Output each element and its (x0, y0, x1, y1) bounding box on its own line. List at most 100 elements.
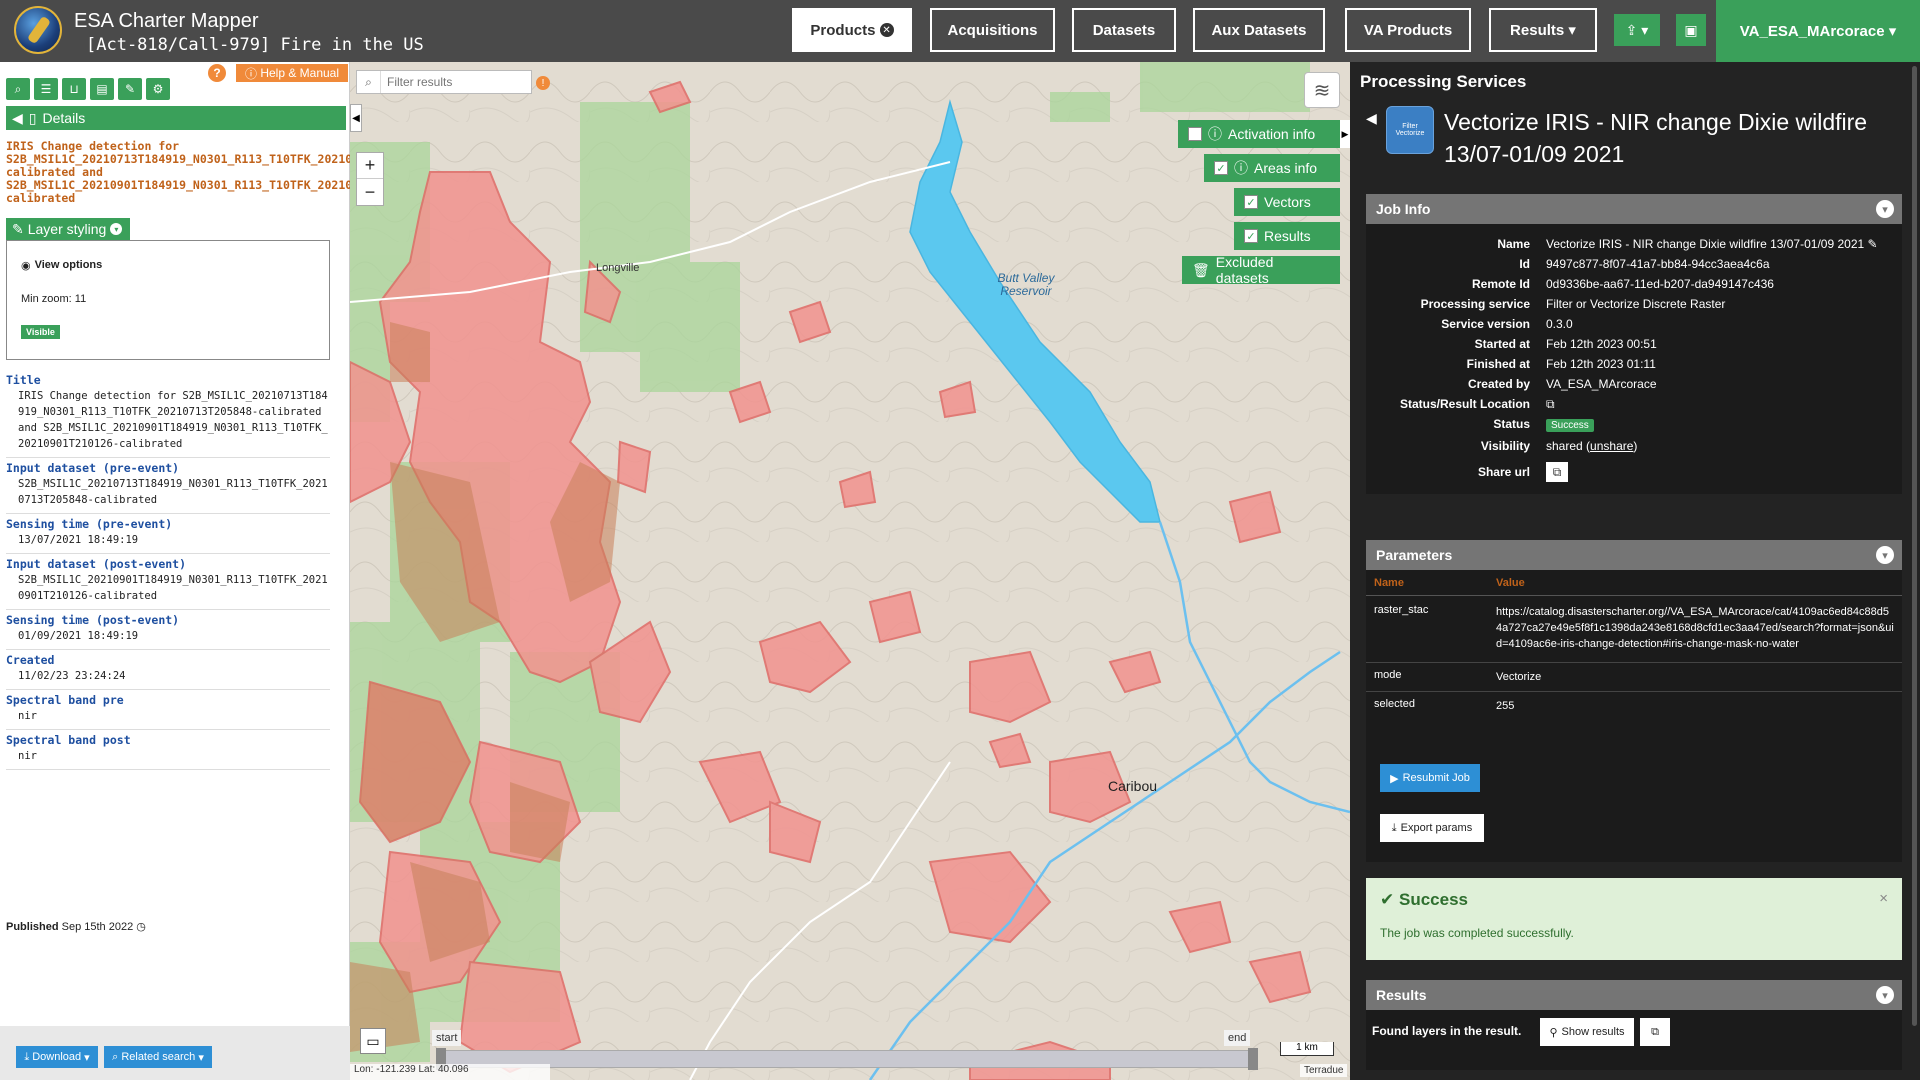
download-button[interactable]: ⤓ Download ▾ (16, 1046, 98, 1068)
collapse-right-button[interactable]: ▶ (1340, 120, 1350, 148)
job-info-row: Service version 0.3.0 (1366, 314, 1902, 334)
view-options: ◉ View options (21, 259, 102, 272)
external-link-icon[interactable]: ⧉ (1546, 397, 1555, 411)
resubmit-label: Resubmit Job (1402, 772, 1470, 784)
search-icon[interactable]: ⌕ (357, 71, 381, 93)
briefcase-button[interactable]: ▣ (1676, 14, 1706, 46)
job-info-value: 9497c877-8f07-41a7-bb84-94cc3aea4c6a (1546, 257, 1770, 271)
show-results-button[interactable]: ⚲ Show results (1540, 1018, 1634, 1046)
zoom-out-button[interactable]: − (357, 179, 383, 205)
vectors-toggle[interactable]: ✓ Vectors (1234, 188, 1340, 216)
check-circle-icon: ✔ (1380, 890, 1395, 909)
map-marker-icon: ⚲ (1549, 1026, 1558, 1039)
vectors-checkbox[interactable]: ✓ (1244, 195, 1258, 209)
nav-acquisitions[interactable]: Acquisitions (930, 8, 1055, 52)
job-info-value: 0.3.0 (1546, 317, 1573, 331)
timeline-toggle-icon[interactable]: ▭ (360, 1028, 386, 1054)
close-circle-icon[interactable]: ✕ (879, 23, 894, 37)
search-icon: ⌕ (112, 1050, 119, 1063)
status-label: Status (1493, 417, 1530, 431)
timeline-track[interactable] (442, 1050, 1252, 1068)
pencil-icon[interactable]: ✎ (118, 78, 142, 100)
nav-products[interactable]: Products ✕ (792, 8, 912, 52)
excluded-datasets-button[interactable]: 🗑 Excluded datasets (1182, 254, 1340, 286)
results-header[interactable]: Results ▾ (1366, 980, 1902, 1010)
export-params-button[interactable]: ⤓ Export params (1380, 814, 1484, 842)
search-icon[interactable]: ⌕ (6, 78, 30, 100)
nav-va-products[interactable]: VA Products (1345, 8, 1471, 52)
job-info-row: Id 9497c877-8f07-41a7-bb84-94cc3aea4c6a (1366, 254, 1902, 274)
areas-info-label: Areas info (1254, 160, 1318, 176)
product-title: IRIS Change detection for S2B_MSIL1C_202… (6, 139, 429, 205)
upload-button[interactable]: ⇪ ▾ (1614, 14, 1660, 46)
job-info-body: Name Vectorize IRIS - NIR change Dixie wi… (1366, 224, 1902, 494)
chevron-down-icon[interactable]: ▾ (1876, 546, 1894, 564)
filter-results-input[interactable] (381, 75, 521, 89)
collapse-left-button[interactable]: ◀ (350, 104, 362, 132)
help-question-icon[interactable]: ? (208, 64, 226, 82)
resubmit-job-button[interactable]: ▶ Resubmit Job (1380, 764, 1480, 792)
caret-left-icon[interactable]: ◀ (1366, 110, 1377, 127)
attribution: Terradue (1300, 1064, 1348, 1077)
close-icon[interactable]: × (1879, 890, 1888, 907)
param-value: 255 (1496, 700, 1515, 712)
areas-info-toggle[interactable]: ✓ ⓘ Areas info (1204, 154, 1340, 182)
map-view[interactable]: Longville Butt Valley Reservoir Caribou … (350, 62, 1350, 1080)
chevron-down-icon[interactable]: ▾ (1876, 200, 1894, 218)
layers-icon[interactable]: ≋ (1304, 72, 1340, 108)
results-toggle[interactable]: ✓ Results (1234, 222, 1340, 250)
section-title: Processing Services (1360, 72, 1527, 91)
caret-left-icon[interactable]: ◀ (12, 110, 23, 127)
activation-info-checkbox[interactable] (1188, 127, 1202, 141)
export-label: Export params (1400, 822, 1473, 834)
related-search-button[interactable]: ⌕ Related search ▾ (104, 1046, 212, 1068)
job-info-row: Name Vectorize IRIS - NIR change Dixie wi… (1366, 234, 1902, 254)
unshare-link[interactable]: unshare (1590, 439, 1633, 453)
nav-aux-datasets[interactable]: Aux Datasets (1193, 8, 1325, 52)
timeline-end-handle[interactable] (1248, 1048, 1258, 1070)
filter-results-box[interactable]: ⌕ (356, 70, 532, 94)
warning-icon[interactable]: ! (536, 76, 550, 90)
job-info-header[interactable]: Job Info ▾ (1366, 194, 1902, 224)
layer-styling-toggle[interactable]: ✎ Layer styling ▾ (6, 218, 130, 240)
timeline[interactable]: start end (432, 1030, 1262, 1070)
activation-info-toggle[interactable]: ⓘ Activation info (1178, 120, 1340, 148)
map-canvas[interactable] (350, 62, 1350, 1080)
areas-info-checkbox[interactable]: ✓ (1214, 161, 1228, 175)
meta-value: S2B_MSIL1C_20210713T184919_N0301_R113_T1… (18, 478, 328, 506)
visible-badge[interactable]: Visible (21, 325, 60, 339)
job-info-key: Processing service (1420, 297, 1530, 311)
basket-icon[interactable]: ⊔ (62, 78, 86, 100)
param-row: selected 255 (1366, 692, 1902, 720)
gear-icon[interactable]: ⚙ (146, 78, 170, 100)
job-info-row: Finished at Feb 12th 2023 01:11 (1366, 354, 1902, 374)
results-checkbox[interactable]: ✓ (1244, 229, 1258, 243)
help-manual-button[interactable]: ⓘ Help & Manual (236, 64, 348, 82)
info-icon: ⓘ (1208, 126, 1222, 142)
view-options-label: View options (34, 259, 103, 271)
upload-icon: ⇪ ▾ (1625, 21, 1649, 38)
parameters-header[interactable]: Parameters ▾ (1366, 540, 1902, 570)
nav-results[interactable]: Results ▾ (1489, 8, 1597, 52)
meta-row: Title IRIS Change detection for S2B_MSIL1… (6, 370, 330, 458)
job-info-value: Vectorize IRIS - NIR change Dixie wildfi… (1546, 237, 1878, 251)
place-reservoir: Butt Valley Reservoir (997, 271, 1055, 298)
scrollbar[interactable] (1912, 66, 1917, 1026)
details-bar[interactable]: ◀ ▯ Details (6, 106, 346, 130)
nav-datasets[interactable]: Datasets (1072, 8, 1176, 52)
zoom-in-button[interactable]: + (357, 153, 383, 179)
success-alert: ✔ Success The job was completed successf… (1366, 878, 1902, 960)
caret-right-icon: ▶ (1341, 128, 1349, 139)
chevron-down-icon[interactable]: ▾ (1876, 986, 1894, 1004)
meta-row: Spectral band pre nir (6, 690, 330, 730)
copy-results-button[interactable]: ⧉ (1640, 1018, 1670, 1046)
copy-icon[interactable]: ⧉ (1546, 462, 1568, 482)
job-info-value: Filter or Vectorize Discrete Raster (1546, 297, 1726, 311)
list-icon[interactable]: ☰ (34, 78, 58, 100)
param-name: selected (1374, 698, 1415, 710)
job-info-value: Feb 12th 2023 00:51 (1546, 337, 1657, 351)
processing-panel: Processing Services ◀ Filter Vectorize V… (1350, 62, 1920, 1080)
found-layers-text: Found layers in the result. (1372, 1024, 1522, 1038)
archive-icon[interactable]: ▤ (90, 78, 114, 100)
user-menu[interactable]: VA_ESA_MArcorace ▾ (1716, 0, 1920, 62)
